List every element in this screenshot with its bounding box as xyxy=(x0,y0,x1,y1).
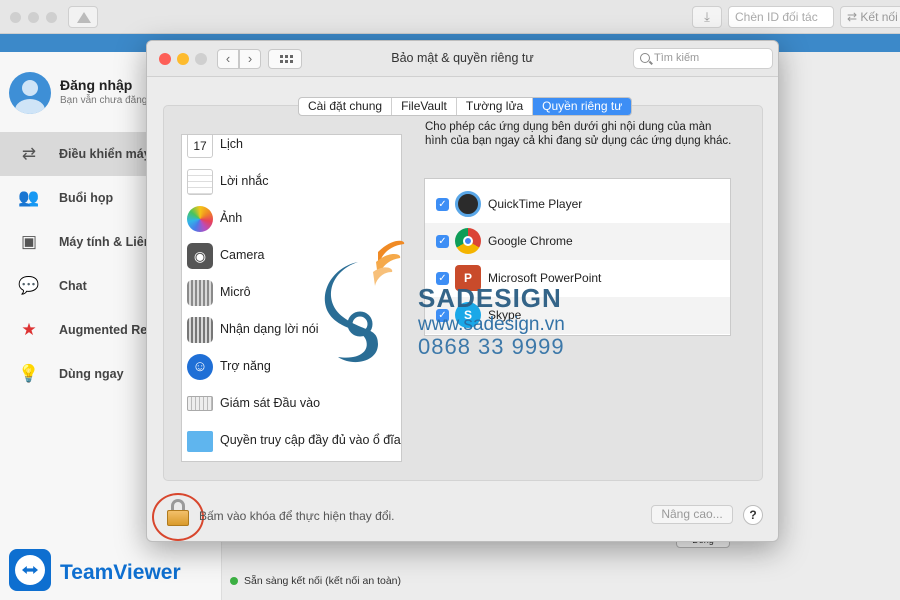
photos-icon xyxy=(187,206,213,232)
list-item-input-monitoring[interactable]: Giám sát Đầu vào xyxy=(182,386,401,423)
lock-hint-text: Bấm vào khóa để thực hiện thay đổi. xyxy=(199,509,395,523)
teamviewer-logo-icon xyxy=(9,549,51,591)
tv-nav-label: Dùng ngay xyxy=(59,367,124,381)
category-label: Camera xyxy=(220,248,265,262)
tv-home-button[interactable] xyxy=(68,6,98,28)
microphone-icon xyxy=(187,280,213,306)
list-item-full-disk-access[interactable]: Quyền truy cập đầy đủ vào ổ đĩa xyxy=(182,423,401,460)
speech-recognition-icon xyxy=(187,317,213,343)
tab-privacy[interactable]: Quyền riêng tư xyxy=(533,98,632,115)
list-item-reminders[interactable]: Lời nhắc xyxy=(182,164,401,201)
watermark-url: www.sadesign.vn xyxy=(418,314,565,335)
tv-nav-label: Chat xyxy=(59,279,87,293)
search-icon xyxy=(640,53,650,63)
list-item-calendar[interactable]: 17 Lịch xyxy=(182,135,401,164)
reminders-icon xyxy=(187,169,213,195)
tab-general[interactable]: Cài đặt chung xyxy=(299,98,393,115)
category-label: Lịch xyxy=(220,137,243,151)
teamviewer-titlebar: ⤓ Chèn ID đối tác ⇄ Kết nối xyxy=(0,0,900,34)
contacts-icon: ▣ xyxy=(20,232,38,251)
accessibility-icon: ☺ xyxy=(187,354,213,380)
category-label: Lời nhắc xyxy=(220,174,269,188)
tv-status-text: Sẵn sàng kết nối (kết nối an toàn) xyxy=(244,575,402,587)
quicktime-icon xyxy=(455,191,481,217)
arrows-icon: ⇄ xyxy=(21,144,37,163)
connect-button[interactable]: ⇄ Kết nối xyxy=(840,6,900,28)
category-label: Trợ năng xyxy=(220,359,271,373)
tv-nav-label: Buổi họp xyxy=(59,191,114,205)
category-label: Micrô xyxy=(220,285,251,299)
category-label: Quyền truy cập đầy đủ vào ổ đĩa xyxy=(220,433,401,447)
calendar-icon: 17 xyxy=(187,135,213,158)
connect-label: Kết nối xyxy=(860,10,898,24)
tab-firewall[interactable]: Tường lửa xyxy=(457,98,534,115)
status-dot-icon xyxy=(230,577,238,586)
search-input[interactable]: Tìm kiếm xyxy=(633,48,773,69)
people-icon: 👥 xyxy=(18,188,40,207)
advanced-button[interactable]: Nâng cao... xyxy=(651,505,733,524)
avatar[interactable] xyxy=(9,72,51,114)
checkbox-checked[interactable]: ✓ xyxy=(436,198,449,211)
chat-icon: 💬 xyxy=(18,276,40,295)
help-button[interactable]: ? xyxy=(743,505,763,525)
tv-window-zoom-button[interactable] xyxy=(46,12,57,23)
partner-id-input[interactable]: Chèn ID đối tác xyxy=(728,6,834,28)
keyboard-icon xyxy=(187,396,213,411)
app-row-chrome[interactable]: ✓ Google Chrome xyxy=(425,223,730,260)
tv-status-line: Sẵn sàng kết nối (kết nối an toàn) xyxy=(230,575,401,587)
download-icon[interactable]: ⤓ xyxy=(692,6,722,28)
lightbulb-icon: 💡 xyxy=(18,364,40,383)
teamviewer-brand: TeamViewer xyxy=(60,561,181,584)
security-tabs: Cài đặt chung FileVault Tường lửa Quyền … xyxy=(298,97,633,116)
search-placeholder: Tìm kiếm xyxy=(654,52,700,64)
category-label: Nhận dạng lời nói xyxy=(220,322,319,336)
tv-user-name[interactable]: Đăng nhập xyxy=(60,77,132,93)
tv-window-close-button[interactable] xyxy=(10,12,21,23)
watermark-phone: 0868 33 9999 xyxy=(418,334,565,359)
app-row-quicktime[interactable]: ✓ QuickTime Player xyxy=(425,186,730,223)
tv-window-minimize-button[interactable] xyxy=(28,12,39,23)
checkbox-checked[interactable]: ✓ xyxy=(436,235,449,248)
category-label: Giám sát Đầu vào xyxy=(220,396,321,410)
lock-body xyxy=(167,510,189,526)
chrome-icon xyxy=(455,228,481,254)
tab-filevault[interactable]: FileVault xyxy=(392,98,457,115)
app-label: Google Chrome xyxy=(488,234,573,248)
category-label: Ảnh xyxy=(220,211,243,225)
watermark-brand: SADESIGN xyxy=(418,283,562,313)
list-item-partial xyxy=(425,179,730,186)
connect-arrow-icon: ⇄ xyxy=(847,10,861,24)
camera-icon: ◉ xyxy=(187,243,213,269)
prefs-titlebar: ‹ › Bảo mật & quyền riêng tư Tìm kiếm xyxy=(147,41,778,77)
app-label: QuickTime Player xyxy=(488,197,583,211)
lock-icon[interactable] xyxy=(167,499,189,527)
sadesign-logo-icon xyxy=(324,240,405,363)
permission-description: Cho phép các ứng dụng bên dưới ghi nội d… xyxy=(425,121,732,147)
folder-icon xyxy=(187,431,213,452)
ar-icon: ★ xyxy=(21,320,37,339)
